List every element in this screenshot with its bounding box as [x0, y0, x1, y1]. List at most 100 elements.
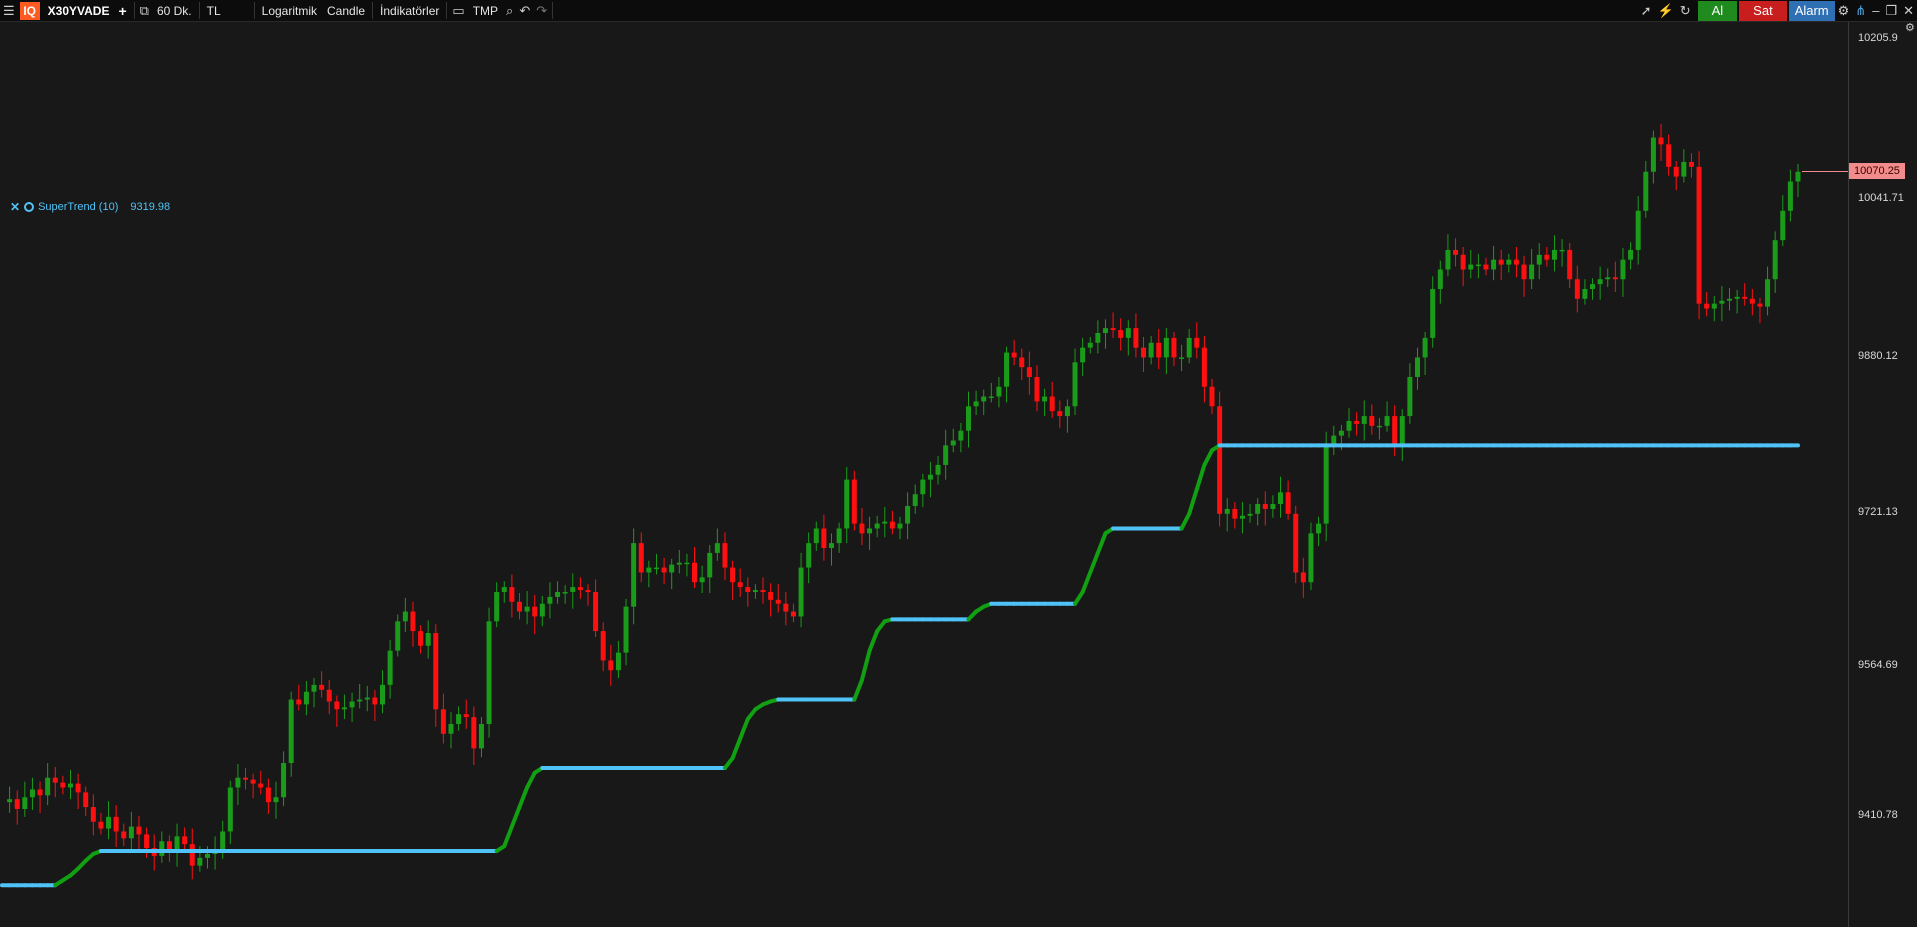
popout-icon[interactable]: ⧉ — [137, 0, 152, 21]
candle-body — [996, 386, 1002, 397]
candle — [821, 514, 827, 561]
candle — [1125, 320, 1131, 356]
candle — [174, 823, 180, 867]
minimize-icon[interactable]: – — [1869, 0, 1882, 21]
candle — [1331, 425, 1337, 456]
supertrend-segment — [1179, 511, 1192, 531]
candle-body — [1399, 416, 1405, 446]
candle-body — [1681, 161, 1687, 177]
symbol-selector[interactable]: X30YVADE — [43, 0, 114, 21]
candle-body — [859, 523, 865, 534]
alarm-button[interactable]: Alarm — [1788, 0, 1835, 21]
candle — [1795, 163, 1801, 198]
candle-body — [83, 792, 89, 808]
candle — [1605, 268, 1611, 288]
refresh-icon[interactable]: ↻ — [1677, 0, 1694, 21]
candle — [1460, 246, 1466, 287]
restore-icon[interactable]: ❐ — [1882, 0, 1900, 21]
zoom-icon[interactable]: ⌕ — [503, 0, 516, 21]
close-icon[interactable]: ✕ — [1900, 0, 1917, 21]
interval-selector[interactable]: 60 Dk. — [152, 0, 197, 21]
supertrend-segment — [525, 770, 537, 790]
candle-body — [1468, 264, 1474, 270]
candle — [889, 510, 895, 535]
candle-body — [1110, 328, 1116, 331]
currency-selector[interactable]: TL — [202, 0, 252, 21]
candle-body — [227, 787, 233, 832]
candle-body — [1453, 249, 1459, 255]
candle — [1148, 335, 1154, 365]
undo-icon[interactable]: ↶ — [516, 0, 533, 21]
candle — [1635, 196, 1641, 265]
lightning-icon[interactable]: ⚡ — [1655, 0, 1677, 21]
candle — [1004, 346, 1010, 403]
candle-body — [927, 474, 933, 480]
candle — [988, 382, 994, 403]
price-chart[interactable] — [0, 22, 1848, 927]
candle-body — [197, 857, 203, 866]
candle — [410, 601, 416, 647]
log-scale-toggle[interactable]: Logaritmik — [257, 0, 322, 21]
gear-icon[interactable]: ⚙ — [1835, 0, 1853, 21]
candle — [395, 614, 401, 657]
candle — [45, 763, 51, 806]
candle — [1506, 253, 1512, 273]
candle — [745, 577, 751, 607]
candle-body — [182, 836, 188, 845]
candle-body — [669, 564, 675, 573]
cursor-icon[interactable]: ➚ — [1638, 0, 1655, 21]
axis-tick-label: 9721.13 — [1858, 505, 1898, 518]
candle — [1567, 243, 1573, 289]
candle — [1590, 278, 1596, 300]
candle — [1384, 401, 1390, 432]
candle-body — [684, 562, 690, 565]
candle-body — [889, 521, 895, 529]
indicators-menu[interactable]: İndikatörler — [375, 0, 444, 21]
candle-body — [281, 763, 287, 798]
candle-body — [380, 684, 386, 705]
candle — [1559, 239, 1565, 267]
candle — [943, 429, 949, 480]
chart-style-selector[interactable]: Candle — [322, 0, 370, 21]
candle-body — [1407, 376, 1413, 417]
candle-body — [653, 567, 659, 570]
buy-button[interactable]: Al — [1697, 0, 1738, 21]
add-symbol-button[interactable]: + — [113, 0, 131, 21]
candle — [1102, 319, 1108, 349]
template-button[interactable]: TMP — [468, 0, 503, 21]
candle-body — [1255, 504, 1261, 514]
candle — [1757, 297, 1763, 324]
candle-body — [1361, 416, 1367, 424]
candle — [75, 773, 81, 809]
candle — [631, 528, 637, 625]
candle-body — [1559, 249, 1565, 252]
share-icon[interactable]: ⋔ — [1852, 0, 1869, 21]
axis-settings-icon[interactable]: ⚙ — [1902, 20, 1917, 34]
menu-icon[interactable]: ☰ — [0, 0, 18, 21]
candle-body — [547, 596, 553, 604]
candle — [326, 679, 332, 715]
candle — [1057, 400, 1063, 428]
candle-body — [311, 684, 317, 692]
sell-button[interactable]: Sat — [1739, 0, 1787, 21]
candle — [128, 811, 134, 852]
candle-body — [1004, 352, 1010, 387]
price-axis[interactable]: ⚙ 10205.9 10041.71 9880.12 9721.13 9564.69 94… — [1848, 22, 1917, 927]
candle-body — [235, 777, 241, 788]
candle — [1628, 242, 1634, 270]
folder-icon[interactable]: ▭ — [449, 0, 467, 21]
candle-body — [1316, 523, 1322, 534]
candle-body — [1179, 357, 1185, 359]
candle — [927, 462, 933, 498]
candle-body — [357, 699, 363, 702]
candle — [539, 595, 545, 627]
candle — [1475, 253, 1481, 279]
candle — [577, 577, 583, 599]
candle — [387, 639, 393, 699]
candle-body — [1666, 144, 1672, 167]
candle-body — [1011, 352, 1017, 358]
candle — [136, 815, 142, 852]
candle — [1742, 283, 1748, 306]
candle — [494, 582, 500, 628]
redo-icon[interactable]: ↷ — [533, 0, 550, 21]
